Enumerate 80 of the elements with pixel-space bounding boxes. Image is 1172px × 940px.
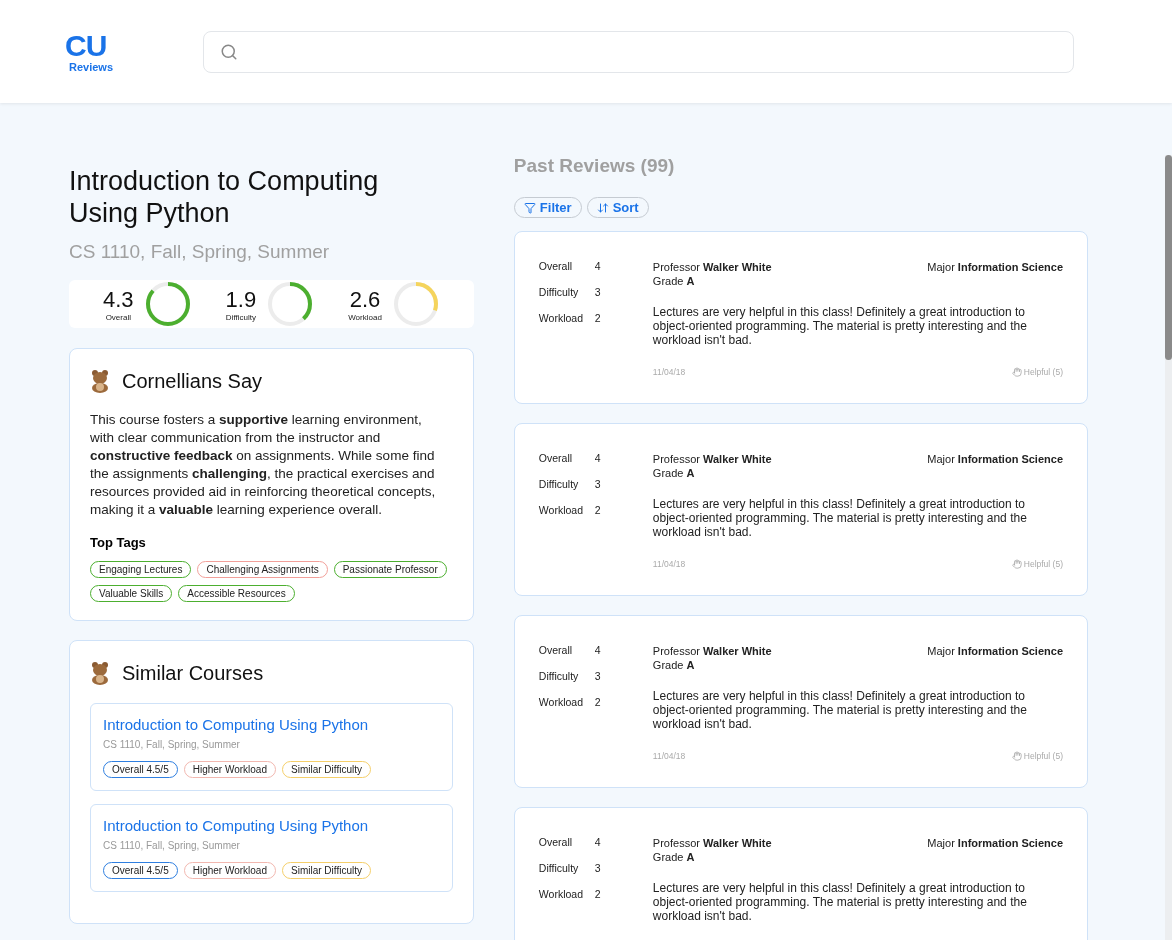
rating-value: 1.9 [225,286,257,313]
review-text: Lectures are very helpful in this class! Definitely a great introduction to object-oriented programming. The material is pretty interesting and the workload isn't bad. [652,881,1028,923]
score-label: Difficulty [538,862,580,874]
course-link[interactable]: Introduction to Computing Using Python [103,817,440,834]
sort-icon [596,201,609,214]
major-text: Major Information Science [927,452,1063,467]
major-text: Major Information Science [927,644,1063,659]
score-label: Overall [538,836,574,848]
score-value: 4 [594,260,602,272]
rating-ring [143,280,192,328]
rating-value: 2.6 [349,286,381,313]
score-label: Difficulty [538,670,580,682]
rating-value: 4.3 [103,286,134,313]
score-label: Overall [538,452,574,464]
score-value: 2 [594,888,602,900]
scrollbar[interactable] [1165,155,1172,940]
score-value: 3 [594,478,602,490]
summary-text: This course fosters a supportive learning environment, with clear communication from the instructor and constructive feedback on assignments. While some find the assignments challenging, the practical exercises and resources provided aid in reinforcing theoretical concepts, making it a valuable learning experience overall. [90,411,437,519]
review-date: 11/04/18 [652,367,686,377]
logo-mark: CU [65,30,107,61]
grade-text: Grade A [652,274,696,288]
card-title: Cornellians Say [122,369,263,393]
grade-text: Grade A [652,850,696,864]
professor-text: Professor Walker White [652,452,772,466]
helpful-button[interactable]: Helpful (5) [1011,559,1063,569]
search-icon [220,42,238,61]
filter-icon [523,201,536,214]
reviews-title: Past Reviews (99) [513,155,676,177]
score-label: Difficulty [538,286,580,298]
rating-label: Workload [348,312,382,322]
hand-icon [1011,751,1022,761]
score-value: 4 [594,836,602,848]
score-label: Overall [538,260,574,272]
score-label: Workload [538,504,584,516]
score-value: 4 [594,644,602,656]
score-value: 2 [594,696,602,708]
score-value: 3 [594,286,602,298]
review-text: Lectures are very helpful in this class! Definitely a great introduction to object-oriented programming. The material is pretty interesting and the workload isn't bad. [652,689,1028,731]
rating-label: Overall [105,312,131,322]
course-subtitle: CS 1110, Fall, Spring, Summer [69,241,331,263]
rating-ring [266,280,315,328]
grade-text: Grade A [652,466,696,480]
helpful-button[interactable]: Helpful (5) [1011,751,1063,761]
rating-ring [391,280,440,328]
review-text: Lectures are very helpful in this class! Definitely a great introduction to object-oriented programming. The material is pretty interesting and the workload isn't bad. [652,497,1028,539]
score-label: Workload [538,696,584,708]
filter-button[interactable]: Filter [513,197,582,218]
course-card[interactable]: Introduction to Computing Using Python CS 1110, Fall, Spring, Summer Overall 4.5/5 Higher Workload Similar Difficulty [90,703,453,791]
score-label: Difficulty [538,478,580,490]
score-label: Overall [538,644,574,656]
course-link[interactable]: Introduction to Computing Using Python [103,716,440,733]
hand-icon [1011,559,1022,569]
review-date: 11/04/18 [652,751,686,761]
course-subtitle: CS 1110, Fall, Spring, Summer [103,739,241,750]
course-subtitle: CS 1110, Fall, Spring, Summer [103,840,241,851]
tags-title: Top Tags [90,535,147,550]
score-value: 4 [594,452,602,464]
score-label: Workload [538,312,584,324]
card-title: Similar Courses [122,661,264,685]
course-card[interactable]: Introduction to Computing Using Python CS 1110, Fall, Spring, Summer Overall 4.5/5 Higher Workload Similar Difficulty [90,804,453,892]
course-title: Introduction to Computing Using Python [69,165,380,229]
professor-text: Professor Walker White [652,260,772,274]
hand-icon [1011,367,1022,377]
review-text: Lectures are very helpful in this class! Definitely a great introduction to object-oriented programming. The material is pretty interesting and the workload isn't bad. [652,305,1028,347]
helpful-button[interactable]: Helpful (5) [1011,367,1063,377]
logo-text: Reviews [69,60,114,73]
score-value: 2 [594,504,602,516]
rating-label: Difficulty [225,312,256,322]
score-value: 3 [594,670,602,682]
professor-text: Professor Walker White [652,836,772,850]
grade-text: Grade A [652,658,696,672]
scrollbar-thumb[interactable] [1165,155,1172,360]
score-value: 2 [594,312,602,324]
review-date: 11/04/18 [652,559,686,569]
professor-text: Professor Walker White [652,644,772,658]
major-text: Major Information Science [927,836,1063,851]
score-value: 3 [594,862,602,874]
major-text: Major Information Science [927,260,1063,275]
sort-button[interactable]: Sort [586,197,649,218]
score-label: Workload [538,888,584,900]
